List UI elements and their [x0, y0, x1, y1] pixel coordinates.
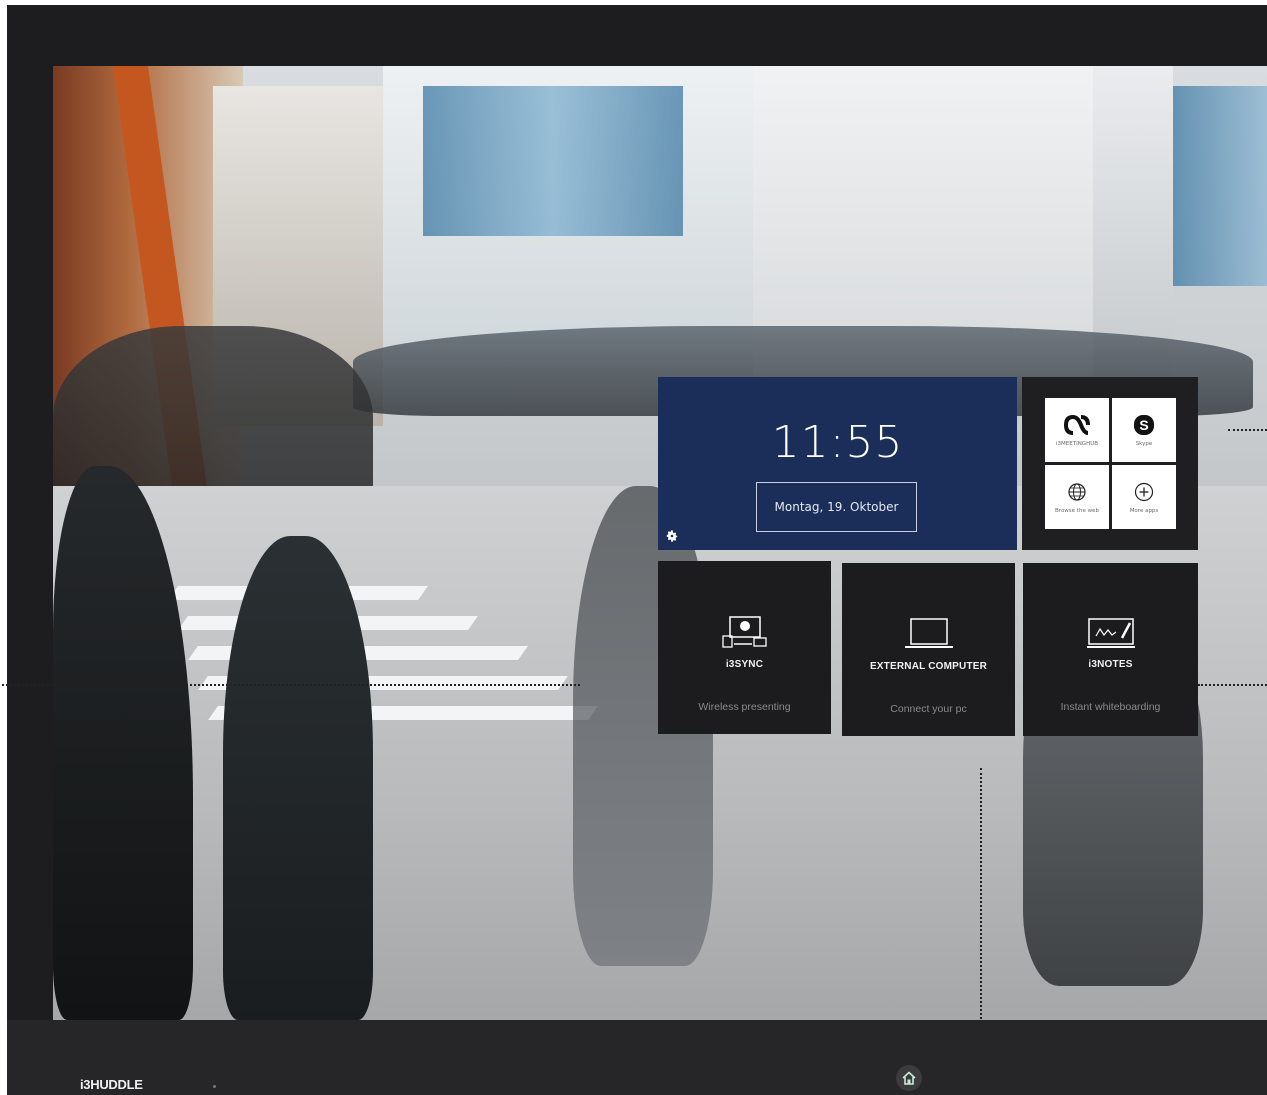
- app-skype[interactable]: S Skype: [1112, 398, 1176, 462]
- whiteboard-icon: [1086, 618, 1135, 648]
- home-icon: [902, 1071, 916, 1085]
- laptop-icon: [904, 618, 953, 648]
- tile-subtitle: Instant whiteboarding: [1060, 701, 1161, 713]
- callout-line: [1198, 684, 1267, 686]
- tile-i3notes[interactable]: i3NOTES Instant whiteboarding: [1023, 563, 1198, 736]
- date-button[interactable]: Montag, 19. Oktober: [756, 482, 917, 532]
- tile-title: EXTERNAL COMPUTER: [869, 661, 988, 672]
- home-button[interactable]: [896, 1065, 922, 1091]
- plus-circle-icon: [1134, 482, 1154, 502]
- meetinghub-icon: [1064, 414, 1090, 435]
- tile-external-computer[interactable]: EXTERNAL COMPUTER Connect your pc: [842, 563, 1015, 736]
- app-label: Skype: [1135, 441, 1153, 447]
- tile-subtitle: Connect your pc: [890, 703, 967, 715]
- clock-time: 11:55: [771, 417, 904, 468]
- app-meetinghub[interactable]: i3MEETINGHUB: [1045, 398, 1109, 462]
- app-label: i3MEETINGHUB: [1055, 441, 1098, 447]
- app-browser[interactable]: Browse the web: [1045, 465, 1109, 529]
- tile-i3sync[interactable]: i3SYNC Wireless presenting: [658, 561, 831, 734]
- skype-icon: S: [1134, 415, 1154, 435]
- indicator-dot: [213, 1085, 216, 1088]
- callout-line: [2, 684, 580, 686]
- app-label: Browse the web: [1055, 508, 1099, 514]
- tile-subtitle: Wireless presenting: [698, 701, 791, 713]
- gear-icon[interactable]: [665, 529, 679, 543]
- brand-logo: i3HUDDLE: [80, 1077, 143, 1092]
- clock-tile: 11:55 Montag, 19. Oktober: [658, 377, 1017, 550]
- callout-line: [1228, 429, 1267, 431]
- app-more[interactable]: More apps: [1112, 465, 1176, 529]
- tile-title: i3SYNC: [725, 659, 764, 670]
- date-label: Montag, 19. Oktober: [774, 500, 899, 514]
- apps-tile: i3MEETINGHUB S Skype Browse the web More…: [1022, 377, 1198, 550]
- sync-devices-icon: [721, 616, 767, 648]
- app-label: More apps: [1129, 508, 1159, 514]
- taskbar: [7, 1020, 1267, 1095]
- tile-title: i3NOTES: [1088, 659, 1133, 670]
- svg-text:S: S: [1139, 417, 1148, 433]
- globe-icon: [1068, 483, 1086, 501]
